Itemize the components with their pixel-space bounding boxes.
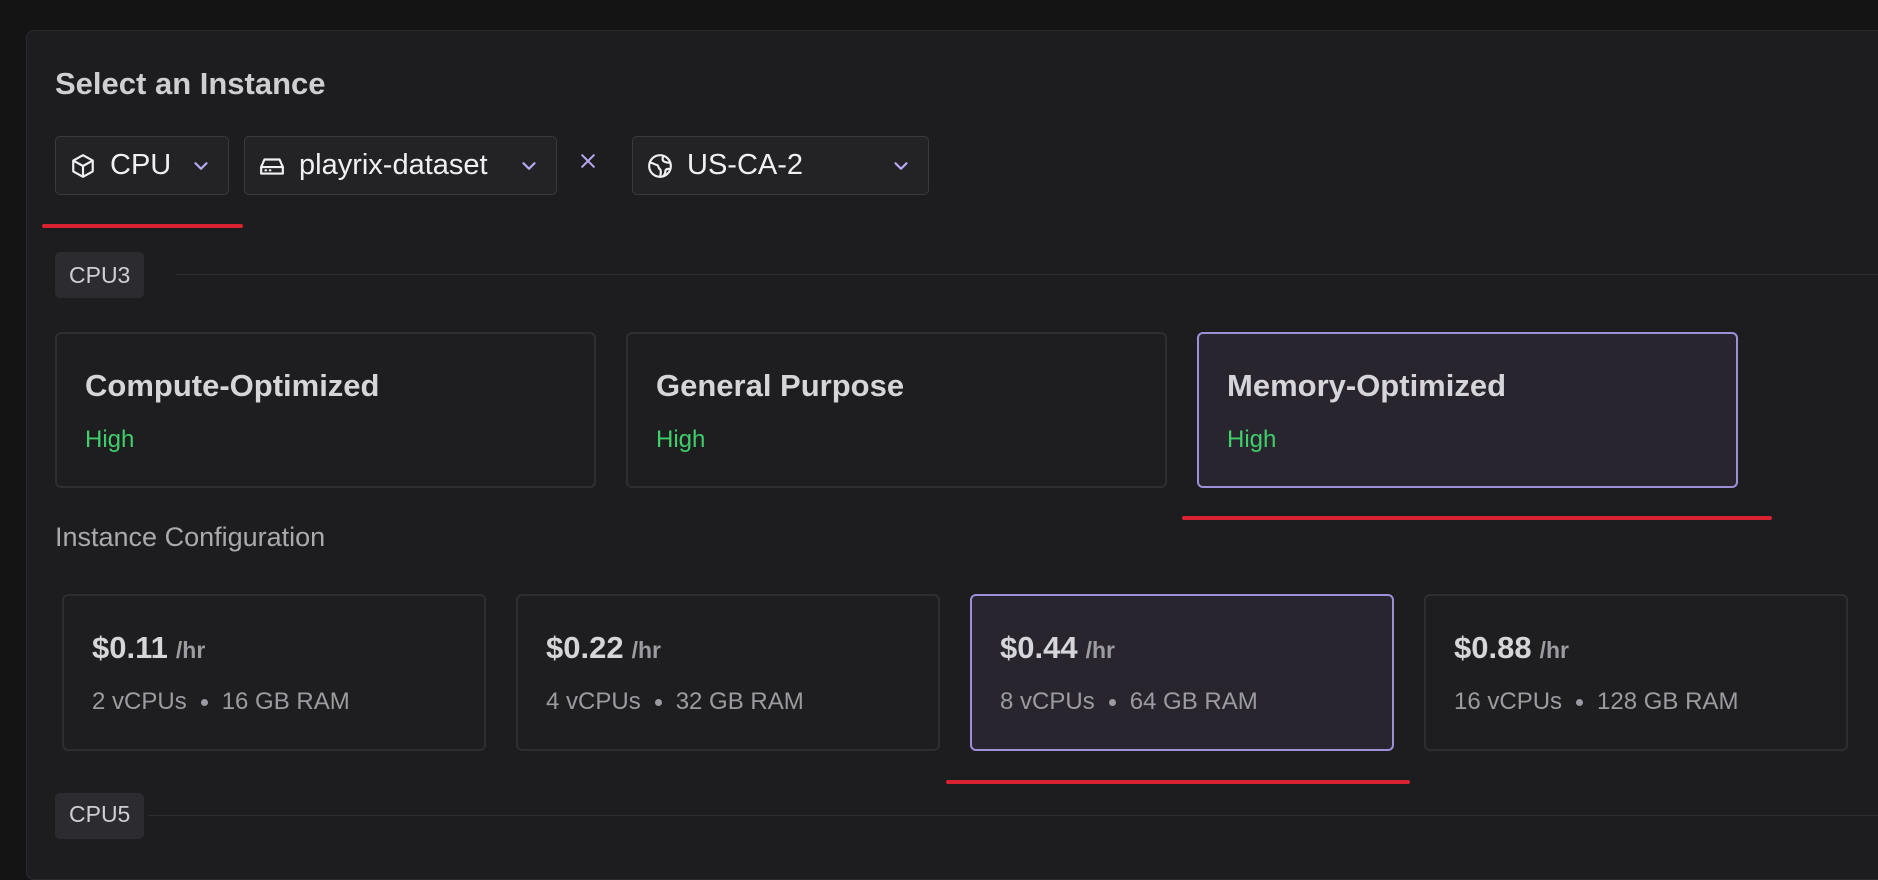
instance-type-name: Compute-Optimized <box>85 368 380 403</box>
separator-dot <box>654 698 662 706</box>
config-ram: 32 GB RAM <box>675 688 804 715</box>
instance-type-level: High <box>656 426 706 453</box>
globe-icon <box>647 153 673 179</box>
group-divider <box>148 815 1878 816</box>
close-icon <box>578 151 598 176</box>
instance-type-card-general-purpose[interactable]: General Purpose High <box>626 332 1167 488</box>
compute-type-dropdown[interactable]: CPU <box>55 136 229 195</box>
dataset-dropdown[interactable]: playrix-dataset <box>244 136 557 195</box>
region-label: US-CA-2 <box>687 149 804 181</box>
dataset-label: playrix-dataset <box>299 149 488 181</box>
config-price: $0.11 <box>92 630 168 665</box>
hard-drive-icon <box>259 153 285 179</box>
clear-dataset-button[interactable] <box>575 150 601 176</box>
annotation-underline <box>1182 516 1772 520</box>
instance-type-level: High <box>1227 426 1277 453</box>
config-vcpus: 2 vCPUs <box>92 688 187 715</box>
instance-type-level: High <box>85 426 135 453</box>
config-vcpus: 8 vCPUs <box>1000 688 1095 715</box>
cube-icon <box>70 153 96 179</box>
config-price-unit: /hr <box>1539 637 1569 663</box>
instance-type-card-memory-optimized[interactable]: Memory-Optimized High <box>1197 332 1738 488</box>
separator-dot <box>200 698 208 706</box>
config-ram: 64 GB RAM <box>1129 688 1258 715</box>
chevron-down-icon <box>518 155 540 177</box>
page-title: Select an Instance <box>55 66 326 101</box>
config-card[interactable]: $0.88 /hr 16 vCPUs 128 GB RAM <box>1424 594 1848 751</box>
group-badge-cpu3: CPU3 <box>55 252 145 298</box>
config-price-unit: /hr <box>631 637 661 663</box>
chevron-down-icon <box>890 155 912 177</box>
config-price: $0.22 <box>546 630 624 665</box>
config-vcpus: 4 vCPUs <box>546 688 641 715</box>
config-price: $0.44 <box>1000 630 1078 665</box>
annotation-underline <box>946 780 1410 784</box>
config-price-unit: /hr <box>175 637 206 663</box>
instance-type-card-compute-optimized[interactable]: Compute-Optimized High <box>55 332 596 488</box>
config-card-selected[interactable]: $0.44 /hr 8 vCPUs 64 GB RAM <box>970 594 1394 751</box>
group-divider <box>176 274 1878 275</box>
config-ram: 16 GB RAM <box>221 688 350 715</box>
instance-type-name: Memory-Optimized <box>1227 368 1507 403</box>
config-card[interactable]: $0.11 /hr 2 vCPUs 16 GB RAM <box>62 594 486 751</box>
config-ram: 128 GB RAM <box>1597 688 1739 715</box>
config-card[interactable]: $0.22 /hr 4 vCPUs 32 GB RAM <box>516 594 940 751</box>
separator-dot <box>1108 698 1116 706</box>
annotation-underline <box>42 224 243 228</box>
config-vcpus: 16 vCPUs <box>1454 688 1563 715</box>
compute-type-label: CPU <box>110 149 172 181</box>
group-badge-cpu5: CPU5 <box>55 793 145 839</box>
region-dropdown[interactable]: US-CA-2 <box>632 136 929 195</box>
instance-type-name: General Purpose <box>656 368 905 403</box>
chevron-down-icon <box>190 155 212 177</box>
config-price-unit: /hr <box>1085 637 1115 663</box>
config-price: $0.88 <box>1454 630 1532 665</box>
instance-configuration-label: Instance Configuration <box>55 522 326 552</box>
separator-dot <box>1576 698 1584 706</box>
